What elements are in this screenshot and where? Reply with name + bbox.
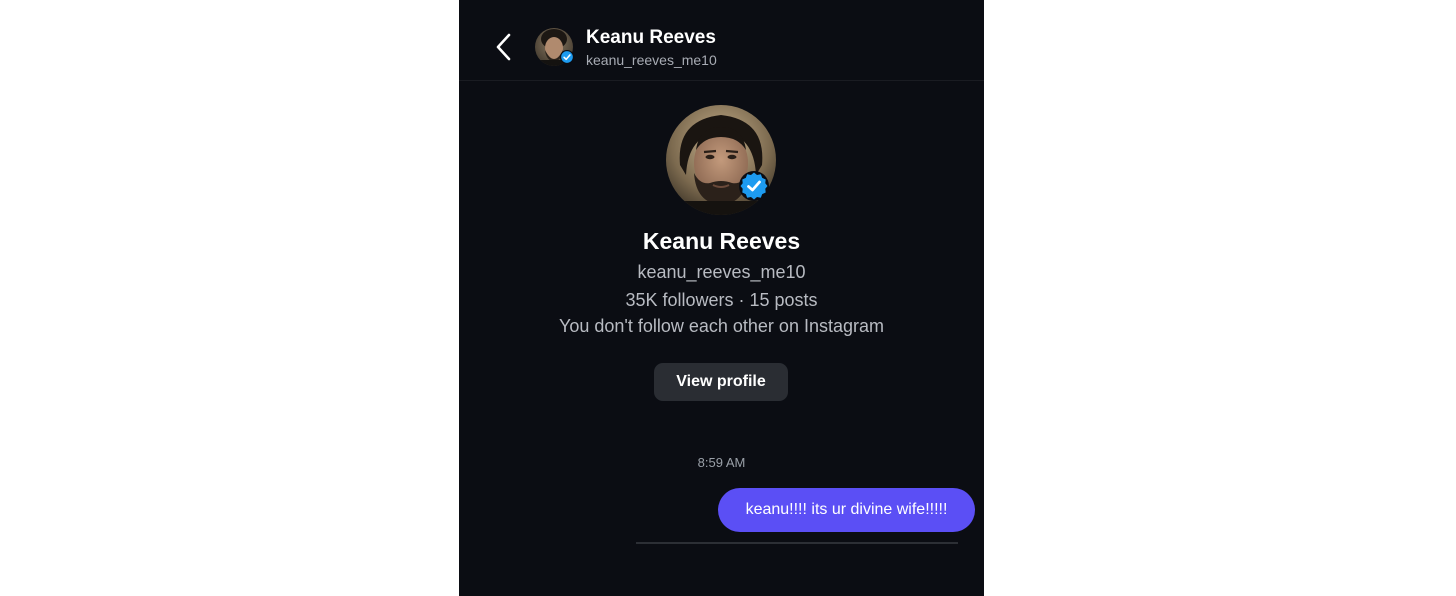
verified-badge-icon: [739, 171, 769, 201]
view-profile-button[interactable]: View profile: [654, 363, 788, 401]
chat-header: Keanu Reeves keanu_reeves_me10: [459, 0, 984, 81]
composer-divider: [636, 542, 958, 544]
chat-screen: Keanu Reeves keanu_reeves_me10 Keanu Ree…: [459, 0, 984, 596]
chevron-left-icon: [496, 33, 511, 61]
header-username: keanu_reeves_me10: [586, 52, 717, 68]
message-timestamp: 8:59 AM: [697, 455, 746, 470]
sent-message-bubble[interactable]: keanu!!!! its ur divine wife!!!!!: [718, 488, 975, 532]
header-name[interactable]: Keanu Reeves: [586, 27, 716, 49]
profile-name: Keanu Reeves: [642, 228, 801, 254]
back-button[interactable]: [489, 30, 519, 64]
verified-badge-icon: [560, 50, 574, 64]
follow-status: You don't follow each other on Instagram: [559, 316, 884, 336]
profile-stats: 35K followers · 15 posts: [625, 290, 818, 310]
profile-username: keanu_reeves_me10: [637, 262, 806, 282]
